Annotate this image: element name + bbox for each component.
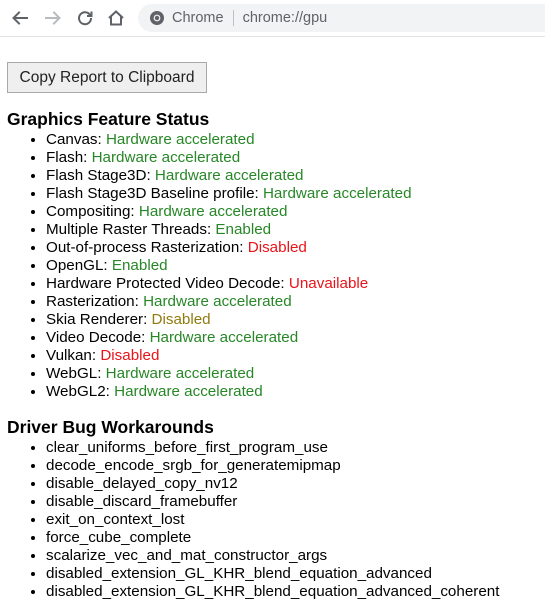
- feature-name: WebGL2:: [46, 383, 115, 400]
- feature-status-item: Skia Renderer: Disabled: [46, 311, 412, 329]
- copy-report-button[interactable]: Copy Report to Clipboard: [7, 62, 207, 93]
- feature-status-value: Hardware accelerated: [149, 329, 299, 346]
- forward-button[interactable]: [42, 7, 64, 29]
- feature-status-item: WebGL2: Hardware accelerated: [46, 383, 412, 401]
- feature-status-value: Hardware accelerated: [143, 293, 292, 310]
- workaround-item: scalarize_vec_and_mat_constructor_args: [46, 547, 499, 565]
- workaround-item: clear_uniforms_before_first_program_use: [46, 439, 499, 457]
- feature-status-item: OpenGL: Enabled: [46, 257, 412, 275]
- workaround-item: force_cube_complete: [46, 529, 499, 547]
- feature-status-item: Out-of-process Rasterization: Disabled: [46, 239, 412, 257]
- feature-status-item: Flash: Hardware accelerated: [46, 149, 412, 167]
- workaround-item: disabled_extension_GL_KHR_blend_equation…: [46, 565, 499, 583]
- feature-status-value: Disabled: [247, 239, 307, 256]
- feature-name: Out-of-process Rasterization:: [46, 239, 248, 256]
- feature-status-value: Hardware accelerated: [154, 167, 304, 184]
- browser-toolbar: Chrome chrome://gpu: [0, 0, 545, 37]
- feature-status-value: Hardware accelerated: [138, 203, 288, 220]
- feature-name: Vulkan:: [46, 347, 101, 364]
- feature-status-item: Hardware Protected Video Decode: Unavail…: [46, 275, 412, 293]
- workaround-item: disable_discard_framebuffer: [46, 493, 499, 511]
- workaround-item: exit_on_context_lost: [46, 511, 499, 529]
- address-bar[interactable]: Chrome chrome://gpu: [138, 4, 545, 32]
- feature-name: Multiple Raster Threads:: [46, 221, 216, 238]
- workaround-item: disable_delayed_copy_nv12: [46, 475, 499, 493]
- feature-name: Skia Renderer:: [46, 311, 152, 328]
- reload-icon: [78, 11, 93, 26]
- feature-name: Flash Stage3D:: [46, 167, 155, 184]
- feature-name: Canvas:: [46, 131, 106, 148]
- feature-status-value: Disabled: [100, 347, 160, 364]
- reload-button[interactable]: [74, 7, 96, 29]
- feature-status-item: Flash Stage3D: Hardware accelerated: [46, 167, 412, 185]
- feature-status-value: Unavailable: [288, 275, 369, 292]
- feature-status-item: Vulkan: Disabled: [46, 347, 412, 365]
- workarounds-list: clear_uniforms_before_first_program_used…: [0, 439, 499, 601]
- feature-name: Rasterization:: [46, 293, 144, 310]
- feature-status-value: Enabled: [215, 221, 272, 238]
- feature-status-value: Hardware accelerated: [105, 131, 255, 148]
- feature-status-item: Video Decode: Hardware accelerated: [46, 329, 412, 347]
- omnibox-separator: [232, 10, 234, 26]
- feature-status-item: Canvas: Hardware accelerated: [46, 131, 412, 149]
- feature-name: Hardware Protected Video Decode:: [46, 275, 289, 292]
- back-button[interactable]: [9, 7, 31, 29]
- feature-name: Video Decode:: [46, 329, 150, 346]
- feature-status-item: Compositing: Hardware accelerated: [46, 203, 412, 221]
- feature-name: Compositing:: [46, 203, 139, 220]
- chrome-logo-icon: [149, 10, 165, 26]
- feature-status-value: Enabled: [111, 257, 168, 274]
- workarounds-heading: Driver Bug Workarounds: [7, 417, 214, 437]
- feature-status-item: WebGL: Hardware accelerated: [46, 365, 412, 383]
- feature-status-value: Hardware accelerated: [262, 185, 412, 202]
- omnibox-url[interactable]: chrome://gpu: [243, 10, 328, 26]
- workaround-item: decode_encode_srgb_for_generatemipmap: [46, 457, 499, 475]
- home-button[interactable]: [105, 7, 127, 29]
- feature-name: Flash:: [46, 149, 92, 166]
- back-arrow-icon: [12, 11, 28, 25]
- feature-name: WebGL:: [46, 365, 106, 382]
- feature-status-item: Multiple Raster Threads: Enabled: [46, 221, 412, 239]
- omnibox-scheme-label: Chrome: [172, 10, 224, 26]
- feature-status-value: Hardware accelerated: [114, 383, 263, 400]
- feature-status-item: Flash Stage3D Baseline profile: Hardware…: [46, 185, 412, 203]
- feature-status-item: Rasterization: Hardware accelerated: [46, 293, 412, 311]
- feature-status-heading: Graphics Feature Status: [7, 109, 210, 129]
- feature-name: OpenGL:: [46, 257, 112, 274]
- feature-status-value: Hardware accelerated: [105, 365, 255, 382]
- workaround-item: disabled_extension_GL_KHR_blend_equation…: [46, 583, 499, 601]
- feature-status-list: Canvas: Hardware acceleratedFlash: Hardw…: [0, 131, 412, 401]
- feature-status-value: Hardware accelerated: [91, 149, 241, 166]
- feature-status-value: Disabled: [151, 311, 211, 328]
- home-icon: [108, 10, 124, 26]
- forward-arrow-icon: [45, 11, 61, 25]
- feature-name: Flash Stage3D Baseline profile:: [46, 185, 263, 202]
